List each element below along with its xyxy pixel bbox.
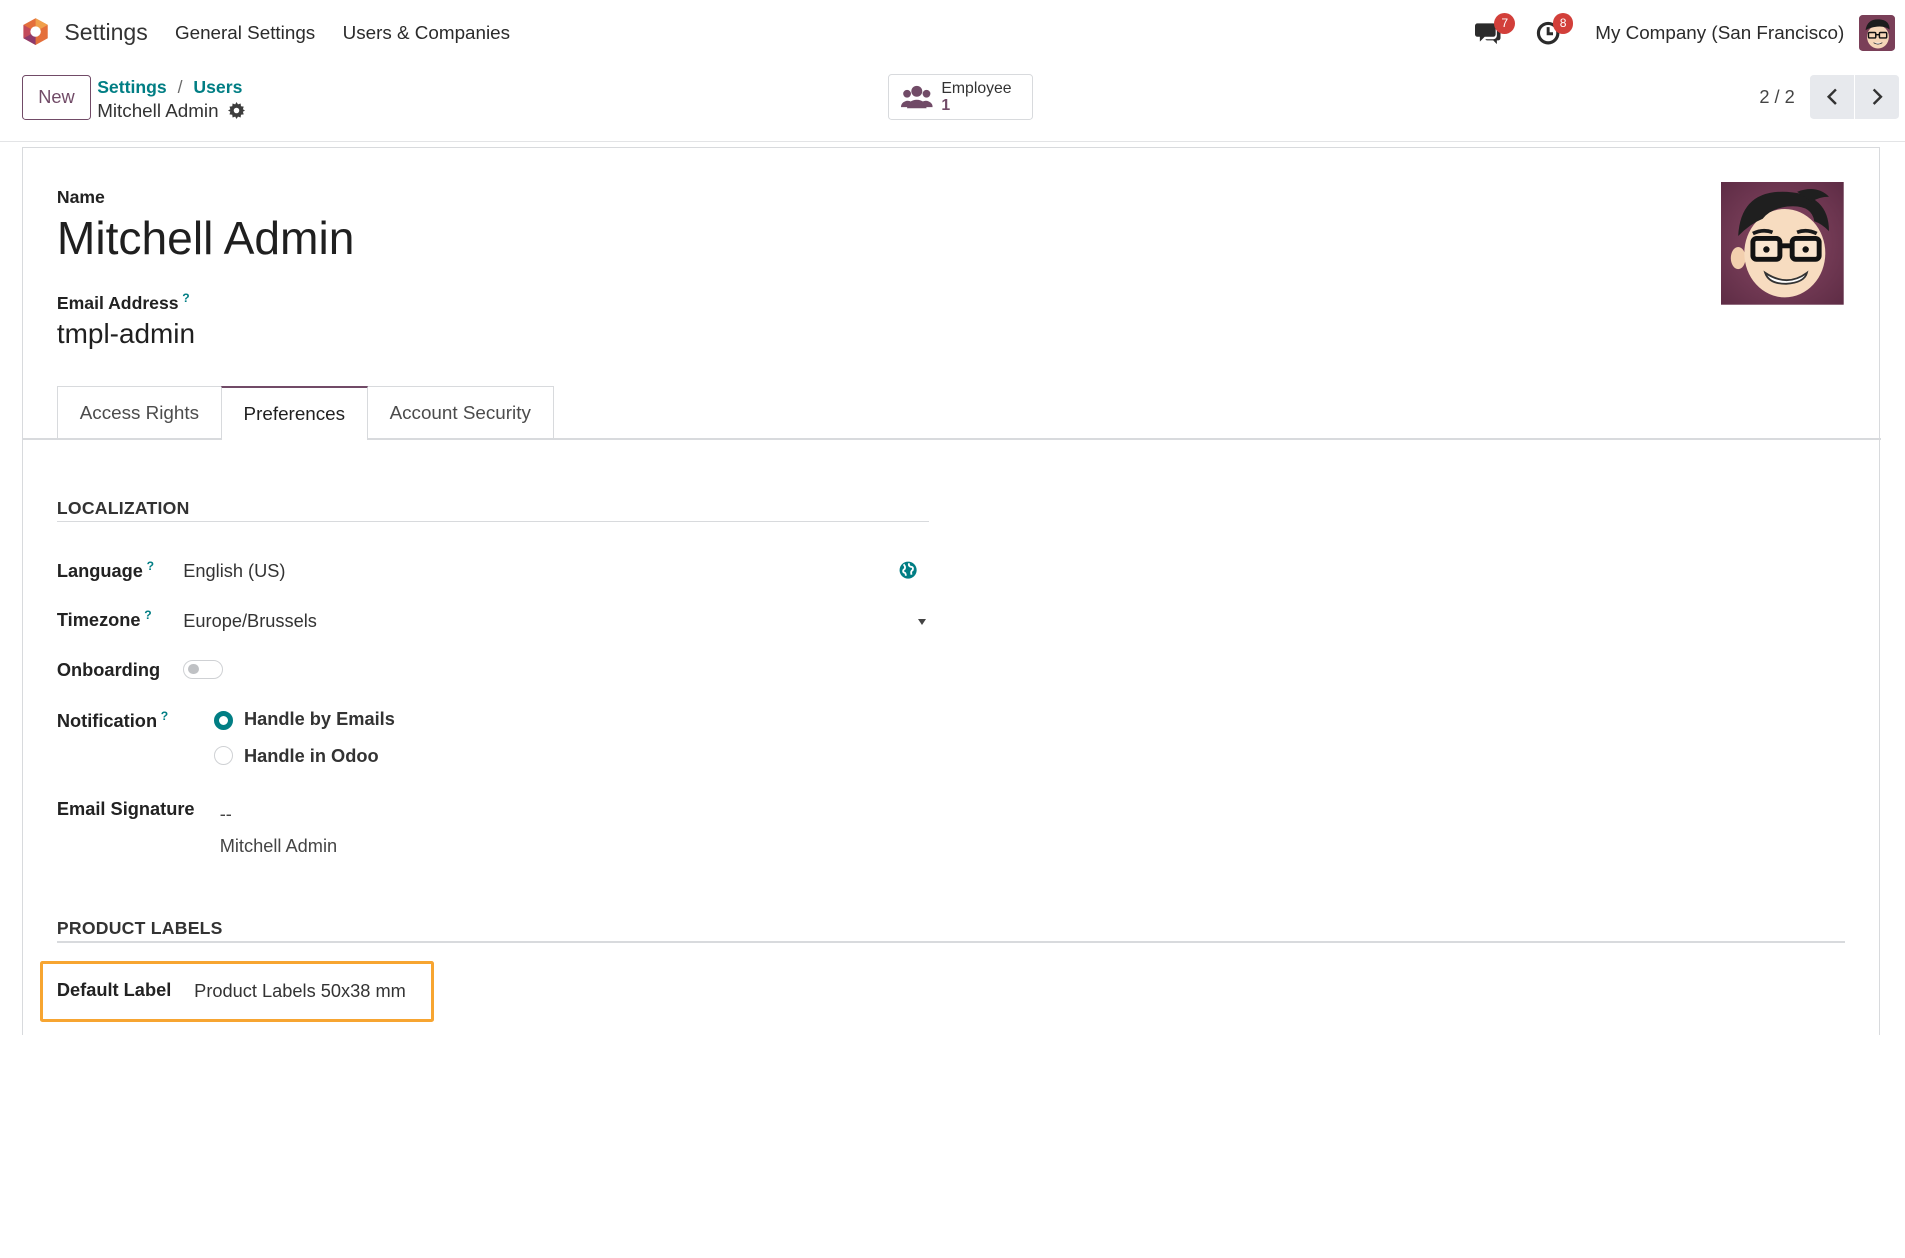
onboarding-label: Onboarding (56, 659, 161, 680)
user-avatar[interactable] (1858, 14, 1896, 52)
menu-users-companies[interactable]: Users & Companies (343, 22, 510, 44)
employee-smart-button[interactable]: Employee 1 (888, 74, 1033, 121)
profile-image[interactable] (1721, 182, 1845, 305)
language-field[interactable]: English (US) (183, 561, 285, 582)
email-field[interactable]: tmpl-admin (57, 318, 195, 350)
company-switcher[interactable]: My Company (San Francisco) (1595, 22, 1844, 44)
scroll-edge-mark (1898, 153, 1905, 165)
email-label-text: Email Address (56, 293, 179, 314)
activities-badge: 8 (1552, 13, 1574, 34)
tab-access-rights[interactable]: Access Rights (56, 386, 222, 439)
default-label-label: Default Label (56, 980, 172, 1001)
language-help-icon[interactable]: ? (147, 559, 154, 573)
form-sheet: Name Mitchell Admin Email Address? tmpl-… (21, 147, 1881, 1036)
language-label-text: Language (56, 560, 143, 581)
email-signature-label: Email Signature (56, 799, 195, 820)
timezone-label-text: Timezone (56, 610, 141, 631)
pager-value[interactable]: 2 / 2 (1759, 87, 1794, 108)
globe-icon[interactable] (899, 561, 917, 579)
pager-next-button[interactable] (1855, 75, 1900, 120)
breadcrumb-settings[interactable]: Settings (97, 77, 166, 97)
default-label-select[interactable]: Product Labels 50x38 mm (194, 981, 406, 1002)
menu-general-settings[interactable]: General Settings (175, 22, 315, 44)
localization-section-title: LOCALIZATION (56, 497, 190, 518)
smart-button-label: Employee (941, 80, 1012, 98)
email-label: Email Address? (57, 291, 190, 314)
radio-label-handle-in-odoo[interactable]: Handle in Odoo (244, 746, 379, 767)
radio-handle-in-odoo[interactable] (213, 745, 234, 766)
top-navbar: Settings General Settings Users & Compan… (0, 0, 1905, 63)
record-title-text: Mitchell Admin (97, 99, 219, 121)
users-icon (901, 85, 933, 109)
notebook-tabs: Access Rights Preferences Account Securi… (56, 386, 554, 440)
app-window: Settings General Settings Users & Compan… (0, 0, 1905, 1036)
pager-previous-button[interactable] (1810, 75, 1855, 120)
breadcrumb-users[interactable]: Users (193, 77, 242, 97)
signature-line: -- (219, 804, 232, 825)
language-label: Language? (57, 559, 154, 582)
chevron-right-icon (1872, 89, 1883, 106)
product-labels-divider (56, 941, 1846, 943)
tab-account-security[interactable]: Account Security (366, 386, 554, 439)
tab-preferences[interactable]: Preferences (220, 386, 368, 440)
control-panel-divider (0, 140, 1905, 143)
odoo-logo-icon[interactable] (21, 17, 50, 46)
timezone-help-icon[interactable]: ? (144, 608, 151, 622)
localization-divider (56, 521, 930, 523)
chevron-left-icon (1826, 89, 1837, 106)
onboarding-toggle[interactable] (183, 659, 224, 679)
signature-line: Mitchell Admin (219, 835, 338, 856)
product-labels-section-title: PRODUCT LABELS (56, 918, 223, 939)
breadcrumb: Settings / Users (97, 77, 242, 98)
breadcrumb-separator: / (177, 76, 183, 97)
radio-label-handle-by-emails[interactable]: Handle by Emails (244, 709, 395, 730)
email-help-icon[interactable]: ? (182, 291, 189, 305)
new-button[interactable]: New (21, 75, 92, 121)
timezone-select[interactable]: Europe/Brussels (183, 611, 317, 632)
timezone-label: Timezone? (57, 608, 152, 631)
email-signature-field[interactable]: -- Mitchell Admin (220, 799, 337, 862)
smart-button-value: 1 (941, 97, 951, 115)
notification-label-text: Notification (56, 711, 158, 732)
gear-icon[interactable] (228, 102, 246, 120)
name-label: Name (56, 186, 105, 207)
name-field[interactable]: Mitchell Admin (57, 211, 355, 265)
app-title[interactable]: Settings (64, 19, 147, 46)
radio-handle-by-emails[interactable] (213, 710, 234, 730)
notification-label: Notification? (57, 709, 168, 732)
record-title: Mitchell Admin (97, 99, 246, 122)
messages-badge: 7 (1494, 13, 1516, 34)
toggle-knob (187, 663, 199, 675)
notification-help-icon[interactable]: ? (161, 709, 168, 723)
caret-down-icon[interactable] (918, 619, 927, 626)
